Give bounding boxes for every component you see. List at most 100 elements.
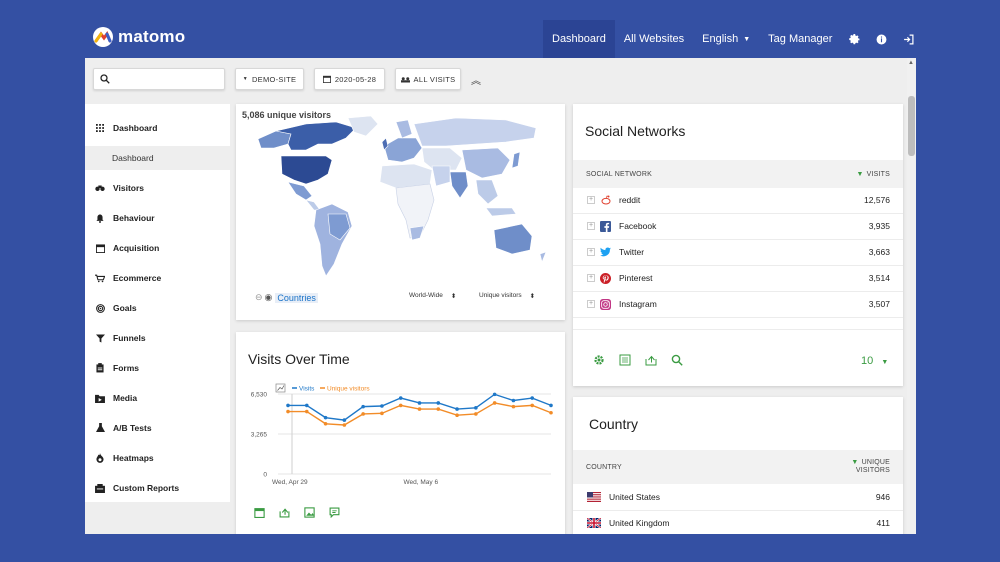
sidebar-item-ecommerce[interactable]: Ecommerce: [85, 263, 230, 293]
visits-over-time-chart[interactable]: 6,530 3,265 0 Wed, Apr 29 Wed, May 6 Visits Un…: [236, 382, 565, 512]
table-row[interactable]: + Twitter 3,663: [573, 240, 903, 266]
data-point[interactable]: [286, 409, 290, 414]
sidebar-subitem-dashboard[interactable]: Dashboard: [85, 146, 230, 170]
segment-icon: [400, 76, 410, 82]
image-icon[interactable]: [304, 507, 315, 518]
data-point[interactable]: [398, 403, 403, 408]
data-point[interactable]: [511, 404, 516, 409]
table-row[interactable]: + reddit 12,576: [573, 188, 903, 214]
table-row[interactable]: + Facebook 3,935: [573, 214, 903, 240]
matomo-logo[interactable]: matomo: [93, 27, 185, 47]
data-point[interactable]: [436, 401, 441, 405]
sidebar-item-ab-tests[interactable]: A/B Tests: [85, 413, 230, 443]
site-selector[interactable]: ▼ DEMO-SITE: [235, 68, 304, 90]
segment-selector[interactable]: ALL VISITS: [395, 68, 461, 90]
expand-icon[interactable]: +: [587, 248, 595, 257]
scroll-up-icon[interactable]: ▲: [908, 60, 914, 66]
export-icon[interactable]: [279, 507, 290, 518]
data-point[interactable]: [342, 418, 347, 422]
data-point[interactable]: [380, 404, 384, 408]
table-row[interactable]: + Instagram 3,507: [573, 292, 903, 318]
column-header-country[interactable]: COUNTRY: [586, 464, 622, 471]
data-point[interactable]: [286, 403, 290, 408]
language-selector[interactable]: English ▼: [693, 20, 759, 58]
sidebar-item-heatmaps[interactable]: Heatmaps: [85, 443, 230, 473]
page-scrollbar[interactable]: ▲: [907, 58, 916, 534]
data-point[interactable]: [474, 406, 478, 410]
data-point[interactable]: [549, 410, 553, 415]
help-button[interactable]: [868, 20, 895, 58]
data-point[interactable]: [361, 404, 365, 409]
column-header-social-network[interactable]: SOCIAL NETWORK: [586, 171, 652, 178]
column-header-unique-visitors[interactable]: ▼ UNIQUE VISITORS: [851, 459, 890, 475]
region-select-value: World-Wide: [409, 292, 443, 299]
chevron-up-icon: ︽: [471, 76, 481, 87]
nav-tag-manager[interactable]: Tag Manager: [759, 20, 841, 58]
column-header-visits[interactable]: ▼ VISITS: [856, 171, 890, 178]
logout-button[interactable]: [895, 20, 922, 58]
legend-label-visits[interactable]: Visits: [299, 386, 315, 393]
sidebar-item-visitors[interactable]: Visitors: [85, 173, 230, 203]
sidebar-item-behaviour[interactable]: Behaviour: [85, 203, 230, 233]
data-point[interactable]: [492, 401, 497, 405]
calendar-icon: [322, 75, 331, 83]
sidebar-item-custom-reports[interactable]: Custom Reports: [85, 473, 230, 503]
data-point[interactable]: [323, 421, 328, 426]
world-map[interactable]: [236, 104, 565, 320]
row-limit-selector[interactable]: 10 ▼: [861, 355, 888, 367]
sort-desc-icon: ▼: [856, 170, 864, 178]
data-point[interactable]: [492, 392, 497, 397]
scrollbar-thumb[interactable]: [908, 96, 915, 156]
data-point[interactable]: [511, 398, 516, 403]
table-row[interactable]: + Pinterest 3,514: [573, 266, 903, 292]
data-point[interactable]: [417, 407, 422, 411]
data-point[interactable]: [323, 415, 328, 420]
annotation-icon[interactable]: [329, 507, 340, 518]
nav-all-websites[interactable]: All Websites: [615, 20, 693, 58]
expand-icon[interactable]: +: [587, 196, 595, 205]
data-point[interactable]: [342, 423, 347, 427]
date-selector[interactable]: 2020-05-28: [314, 68, 385, 90]
sidebar-item-dashboard[interactable]: Dashboard: [85, 104, 230, 146]
data-point[interactable]: [455, 413, 459, 417]
export-icon[interactable]: [645, 354, 657, 366]
sidebar-item-label: Dashboard: [113, 123, 158, 133]
collapse-toolbar-button[interactable]: ︽: [471, 72, 481, 87]
search-input[interactable]: [93, 68, 225, 90]
zoom-out-icon[interactable]: ⊖: [255, 292, 263, 303]
data-point[interactable]: [380, 411, 384, 416]
table-row[interactable]: United Kingdom 411: [573, 511, 903, 534]
map-metric-select[interactable]: Unique visitors ⬍: [479, 292, 535, 300]
data-point[interactable]: [549, 403, 553, 408]
data-point[interactable]: [455, 407, 459, 411]
data-point[interactable]: [530, 396, 535, 400]
legend-label-unique-visitors[interactable]: Unique visitors: [327, 386, 370, 393]
table-row[interactable]: United States 946: [573, 485, 903, 511]
sidebar-item-forms[interactable]: Forms: [85, 353, 230, 383]
sidebar-item-media[interactable]: Media: [85, 383, 230, 413]
data-point[interactable]: [530, 403, 535, 408]
countries-link[interactable]: Countries: [275, 292, 318, 303]
data-point[interactable]: [361, 412, 365, 416]
data-point[interactable]: [304, 403, 309, 408]
map-region-select[interactable]: World-Wide ⬍: [409, 292, 456, 300]
sidebar-item-goals[interactable]: Goals: [85, 293, 230, 323]
flame-icon: [94, 452, 106, 464]
data-point[interactable]: [304, 409, 309, 414]
calendar-icon[interactable]: [254, 507, 265, 518]
data-point[interactable]: [436, 407, 441, 411]
y-tick-label: 3,265: [251, 432, 268, 439]
data-point[interactable]: [417, 401, 422, 405]
settings-button[interactable]: [841, 20, 868, 58]
expand-icon[interactable]: +: [587, 274, 595, 283]
search-icon[interactable]: [671, 354, 683, 366]
gear-icon[interactable]: [593, 354, 605, 366]
data-point[interactable]: [398, 396, 403, 400]
sidebar-item-acquisition[interactable]: Acquisition: [85, 233, 230, 263]
expand-icon[interactable]: +: [587, 222, 595, 231]
table-view-icon[interactable]: [619, 354, 631, 366]
nav-dashboard[interactable]: Dashboard: [543, 20, 615, 58]
sidebar-item-funnels[interactable]: Funnels: [85, 323, 230, 353]
expand-icon[interactable]: +: [587, 300, 595, 309]
data-point[interactable]: [474, 412, 478, 416]
